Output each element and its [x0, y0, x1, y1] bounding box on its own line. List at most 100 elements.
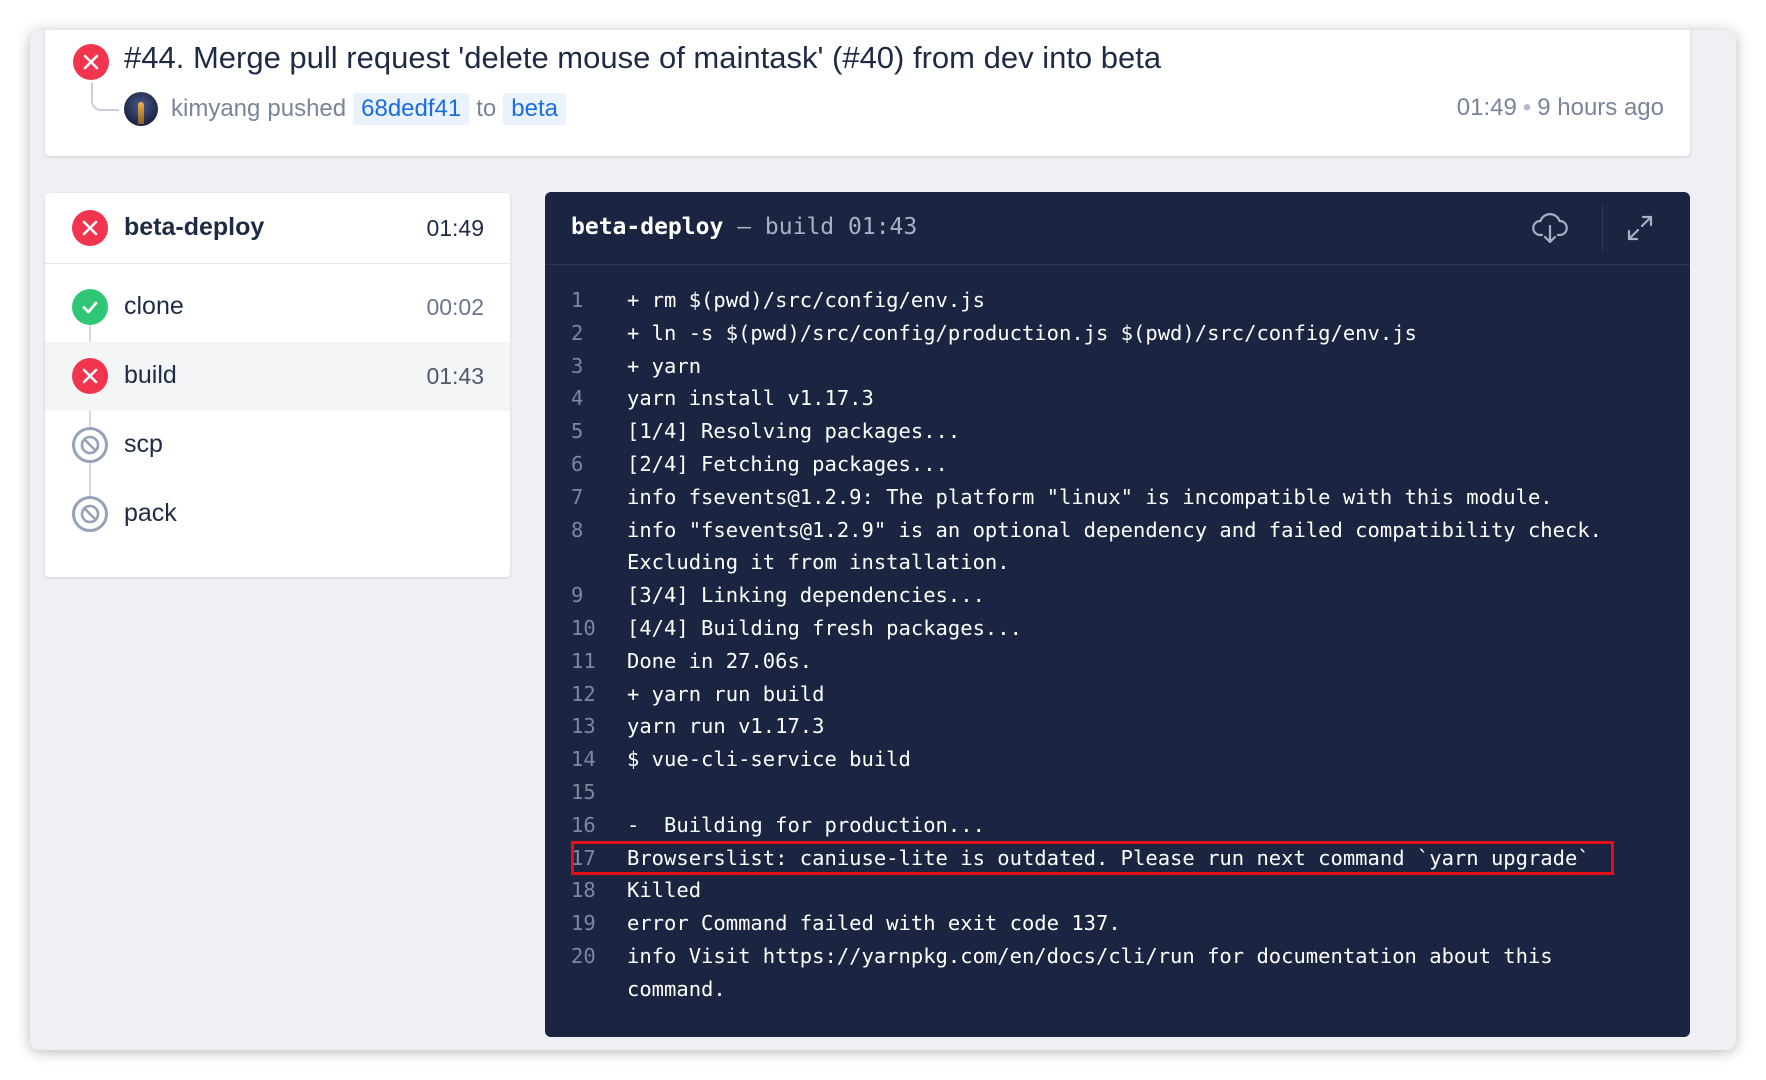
- log-line: 19 error Command failed with exit code 13…: [545, 907, 1690, 940]
- failed-status-icon: [72, 210, 108, 246]
- log-title: beta-deploy — build 01:43: [571, 214, 917, 240]
- log-line-text: info Visit https://yarnpkg.com/en/docs/c…: [627, 943, 1565, 1001]
- log-line: 9 [3/4] Linking dependencies...: [545, 579, 1690, 612]
- log-line: 13 yarn run v1.17.3: [545, 710, 1690, 743]
- log-line-text: [3/4] Linking dependencies...: [627, 583, 985, 608]
- log-line-text: yarn install v1.17.3: [627, 386, 874, 411]
- time-separator: •: [1522, 94, 1532, 121]
- log-line: 16 - Building for production...: [545, 809, 1690, 842]
- stage-steps-panel: beta-deploy 01:49 clone 00:02 build 01:4…: [45, 193, 510, 577]
- step-name: build: [124, 361, 177, 389]
- stage-time: 01:49: [426, 215, 484, 241]
- step-build[interactable]: build 01:43: [45, 342, 510, 411]
- log-line: 10 [4/4] Building fresh packages...: [545, 612, 1690, 645]
- log-line-text: + rm $(pwd)/src/config/env.js: [627, 288, 985, 312]
- failed-status-icon: [73, 44, 109, 80]
- log-line: 1 + rm $(pwd)/src/config/env.js: [545, 284, 1690, 317]
- commit-link[interactable]: 68dedf41: [353, 93, 470, 125]
- step-name: scp: [124, 430, 163, 458]
- step-time: 01:43: [426, 363, 484, 389]
- success-status-icon: [72, 289, 108, 325]
- log-panel: beta-deploy — build 01:43 1 + rm $(pwd)/s…: [545, 192, 1690, 1037]
- step-scp[interactable]: scp: [45, 411, 510, 480]
- log-line-number: 7: [571, 484, 584, 509]
- log-line-text: [4/4] Building fresh packages...: [627, 615, 1022, 640]
- log-line: 6 [2/4] Fetching packages...: [545, 448, 1690, 481]
- log-line-text: [2/4] Fetching packages...: [627, 451, 948, 476]
- log-line-number: 12: [571, 681, 596, 706]
- log-line-number: 9: [571, 583, 584, 608]
- step-name: clone: [124, 292, 184, 320]
- header-divider: [1602, 204, 1603, 252]
- log-line-text: [1/4] Resolving packages...: [627, 419, 961, 444]
- log-line-text: info fsevents@1.2.9: The platform "linux…: [627, 484, 1553, 509]
- log-line-number: 2: [571, 320, 584, 345]
- log-line-text: error Command failed with exit code 137.: [627, 911, 1121, 936]
- log-line-text: $ vue-cli-service build: [627, 747, 911, 772]
- log-line-number: 4: [571, 386, 584, 411]
- log-line: 15: [545, 776, 1690, 809]
- log-stage-name: beta-deploy: [571, 214, 724, 240]
- step-name: pack: [124, 499, 177, 527]
- log-line-number: 20: [571, 943, 596, 968]
- build-time-info: 01:49 • 9 hours ago: [1457, 94, 1664, 122]
- skipped-status-icon: [72, 496, 108, 532]
- build-title: #44. Merge pull request 'delete mouse of…: [124, 40, 1162, 75]
- author-name[interactable]: kimyang: [171, 95, 260, 123]
- expand-icon[interactable]: [1618, 206, 1662, 250]
- log-line-number: 16: [571, 812, 596, 837]
- log-line-number: 11: [571, 648, 596, 673]
- log-line: 14 $ vue-cli-service build: [545, 743, 1690, 776]
- log-line-text: Done in 27.06s.: [627, 648, 813, 673]
- build-detail-window: #44. Merge pull request 'delete mouse of…: [30, 30, 1736, 1050]
- log-line-number: 8: [571, 517, 584, 542]
- log-line: 11 Done in 27.06s.: [545, 645, 1690, 678]
- log-line-number: 10: [571, 615, 596, 640]
- log-line-number: 1: [571, 288, 584, 312]
- stage-name: beta-deploy: [124, 213, 265, 241]
- to-text: to: [476, 95, 497, 122]
- tree-connector: [91, 83, 119, 111]
- log-line-text: info "fsevents@1.2.9" is an optional dep…: [627, 517, 1615, 575]
- log-step-time: 01:43: [848, 214, 918, 240]
- log-line-number: 18: [571, 878, 596, 903]
- failed-status-icon: [72, 358, 108, 394]
- log-line-number: 5: [571, 419, 584, 444]
- relative-time: 9 hours ago: [1537, 94, 1664, 121]
- log-line-text: + yarn: [627, 353, 702, 378]
- stage-header[interactable]: beta-deploy 01:49: [45, 193, 510, 264]
- log-line-text: [627, 776, 1690, 809]
- action-text: pushed: [267, 95, 347, 122]
- step-time: 00:02: [426, 294, 484, 320]
- log-line-text: - Building for production...: [627, 812, 985, 837]
- log-line: 20 info Visit https://yarnpkg.com/en/docs…: [545, 940, 1690, 1006]
- log-line-number: 15: [571, 779, 596, 804]
- branch-link[interactable]: beta: [503, 93, 566, 125]
- log-header: beta-deploy — build 01:43: [545, 192, 1690, 265]
- avatar[interactable]: [124, 92, 158, 126]
- cloud-download-icon[interactable]: [1528, 206, 1572, 250]
- log-line-number: 13: [571, 714, 596, 739]
- log-line: 7 info fsevents@1.2.9: The platform "linu…: [545, 481, 1690, 514]
- log-dash: —: [737, 214, 752, 240]
- build-meta: kimyang pushed 68dedf41 to beta: [171, 93, 566, 125]
- log-line-text: + ln -s $(pwd)/src/config/production.js …: [627, 320, 1417, 345]
- step-clone[interactable]: clone 00:02: [45, 273, 510, 342]
- skipped-status-icon: [72, 427, 108, 463]
- log-line-text: Killed: [627, 878, 702, 903]
- log-step-name: build: [764, 214, 835, 240]
- log-line-text: + yarn run build: [627, 681, 825, 706]
- log-line: 4 yarn install v1.17.3: [545, 382, 1690, 415]
- log-line: 8 info "fsevents@1.2.9" is an optional de…: [545, 514, 1690, 580]
- log-output[interactable]: 1 + rm $(pwd)/src/config/env.js 2 + ln -s $…: [545, 284, 1690, 1006]
- log-line-number: 14: [571, 747, 596, 772]
- log-line-number: 19: [571, 911, 596, 936]
- log-line-number: 3: [571, 353, 584, 378]
- log-line: 2 + ln -s $(pwd)/src/config/production.js…: [545, 317, 1690, 350]
- log-line: 5 [1/4] Resolving packages...: [545, 415, 1690, 448]
- build-duration: 01:49: [1456, 94, 1517, 121]
- log-line: 3 + yarn: [545, 350, 1690, 383]
- error-highlight-box: [571, 841, 1614, 875]
- build-header: #44. Merge pull request 'delete mouse of…: [45, 30, 1690, 156]
- step-pack[interactable]: pack: [45, 480, 510, 549]
